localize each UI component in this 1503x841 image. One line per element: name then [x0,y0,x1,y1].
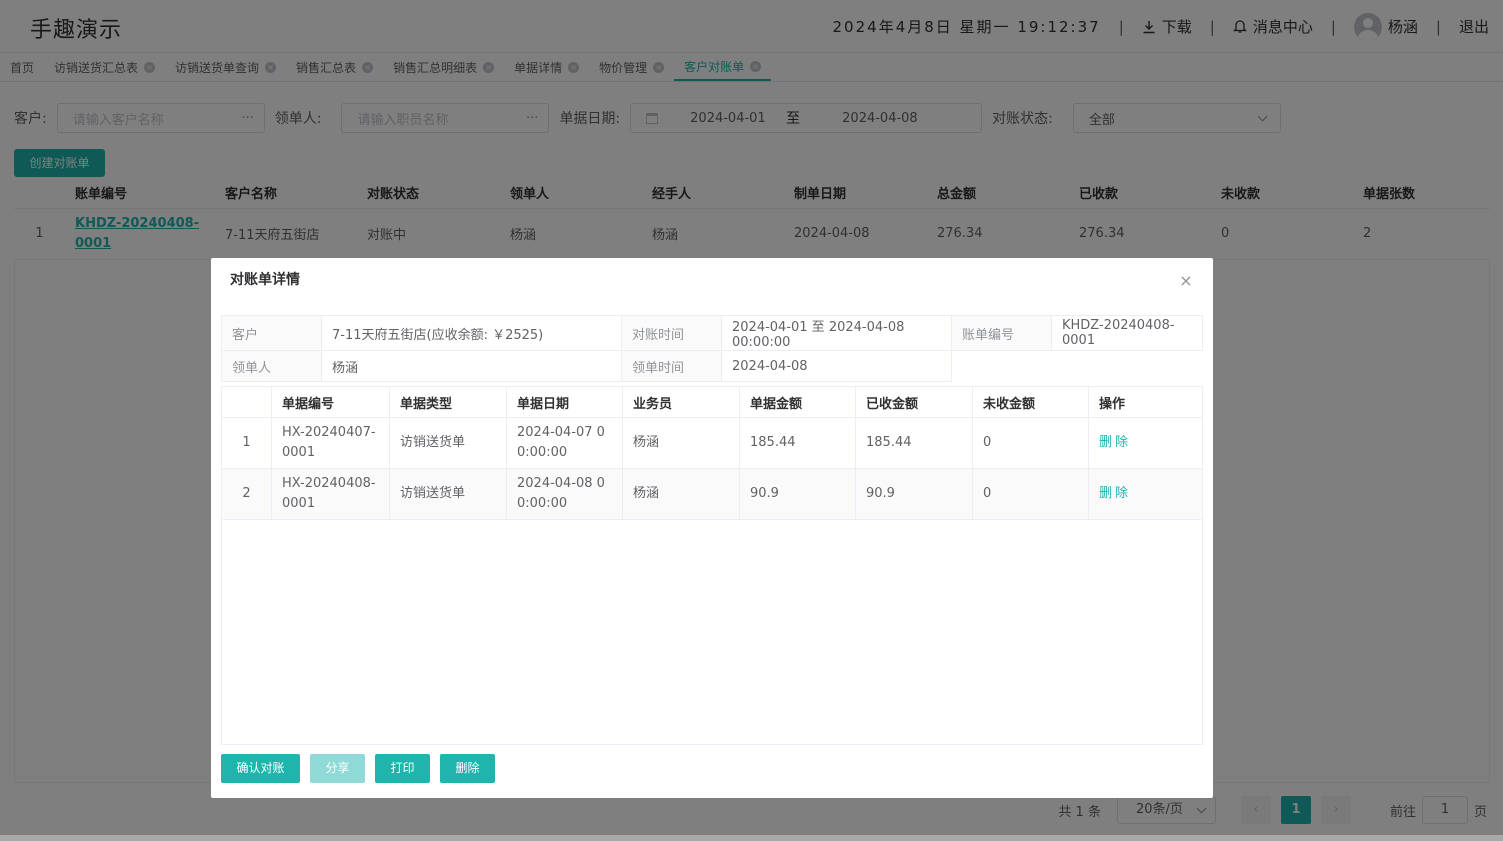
info-row: 客户 7-11天府五街店(应收余额: ￥2525) 对账时间 2024-04-0… [221,315,1203,351]
row-index: 2 [221,468,272,520]
info-value: 杨涵 [321,350,622,382]
column-header: 业务员 [622,386,740,418]
column-header: 已收金额 [855,386,973,418]
info-empty [1051,350,1203,382]
action-cell: 删除 [1088,417,1203,469]
document-date-cell: 2024-04-07 00:00:00 [506,417,623,469]
column-header: 未收金额 [972,386,1089,418]
info-key: 领单人 [221,350,322,382]
info-key: 客户 [221,315,322,351]
row-index: 1 [221,417,272,469]
print-button[interactable]: 打印 [375,754,430,783]
info-value: 2024-04-08 [721,350,952,382]
table-header-row: 单据编号 单据类型 单据日期 业务员 单据金额 已收金额 未收金额 操作 [221,386,1203,418]
info-key: 对账时间 [621,315,722,351]
document-code-cell: HX-20240408-0001 [271,468,390,520]
close-icon[interactable]: × [1179,273,1193,289]
info-key: 领单时间 [621,350,722,382]
received-amount-cell: 185.44 [855,417,973,469]
delete-row-link[interactable]: 删除 [1099,435,1131,450]
salesman-cell: 杨涵 [622,417,740,469]
confirm-statement-button[interactable]: 确认对账 [221,754,300,783]
document-type-cell: 访销送货单 [389,417,507,469]
info-value: 7-11天府五街店(应收余额: ￥2525) [321,315,622,351]
column-header: 单据类型 [389,386,507,418]
unpaid-amount-cell: 0 [972,417,1089,469]
statement-detail-dialog: 对账单详情 × 客户 7-11天府五街店(应收余额: ￥2525) 对账时间 2… [211,258,1213,798]
info-value: KHDZ-20240408-0001 [1051,315,1203,351]
statement-info-table: 客户 7-11天府五街店(应收余额: ￥2525) 对账时间 2024-04-0… [221,315,1203,382]
info-empty [951,350,1052,382]
column-header: 操作 [1088,386,1203,418]
unpaid-amount-cell: 0 [972,468,1089,520]
table-row: 2 HX-20240408-0001 访销送货单 2024-04-08 00:0… [221,468,1203,520]
delete-row-link[interactable]: 删除 [1099,486,1131,501]
salesman-cell: 杨涵 [622,468,740,520]
amount-cell: 90.9 [739,468,856,520]
column-header: 单据金额 [739,386,856,418]
dialog-actions: 确认对账 分享 打印 删除 [221,754,495,783]
document-type-cell: 访销送货单 [389,468,507,520]
table-row: 1 HX-20240407-0001 访销送货单 2024-04-07 00:0… [221,417,1203,469]
amount-cell: 185.44 [739,417,856,469]
detail-table-body-area [221,518,1203,745]
share-button[interactable]: 分享 [310,754,365,783]
document-detail-table: 单据编号 单据类型 单据日期 业务员 单据金额 已收金额 未收金额 操作 1 H… [221,386,1203,520]
received-amount-cell: 90.9 [855,468,973,520]
index-header [221,386,272,418]
info-key: 账单编号 [951,315,1052,351]
info-value: 2024-04-01 至 2024-04-08 00:00:00 [721,315,952,351]
bottom-strip [0,835,1503,841]
action-cell: 删除 [1088,468,1203,520]
column-header: 单据编号 [271,386,390,418]
dialog-title: 对账单详情 [230,272,300,288]
info-row: 领单人 杨涵 领单时间 2024-04-08 [221,350,1203,382]
delete-button[interactable]: 删除 [440,754,495,783]
document-code-cell: HX-20240407-0001 [271,417,390,469]
column-header: 单据日期 [506,386,623,418]
document-date-cell: 2024-04-08 00:00:00 [506,468,623,520]
